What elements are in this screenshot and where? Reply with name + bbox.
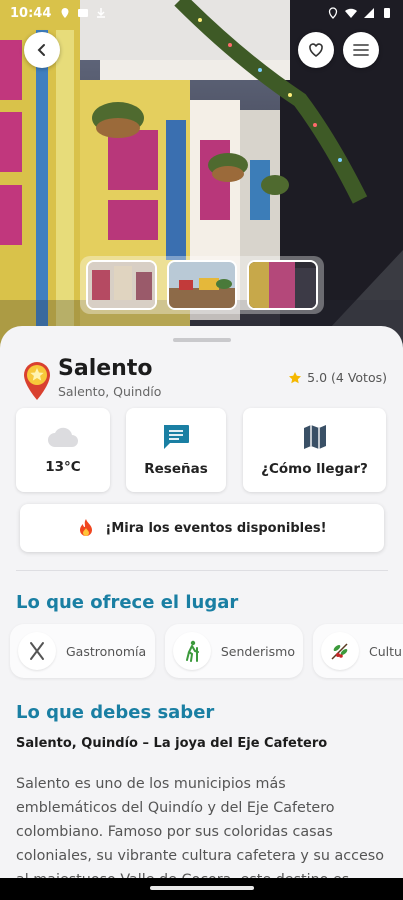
offer-chip-senderismo[interactable]: Senderismo bbox=[165, 624, 303, 678]
offers-list: Gastronomía Senderismo Cultu bbox=[10, 624, 403, 678]
info-subtitle: Salento, Quindío – La joya del Eje Cafet… bbox=[16, 736, 328, 751]
cloud-icon bbox=[48, 427, 78, 447]
home-gesture-handle[interactable] bbox=[150, 886, 254, 890]
events-button[interactable]: ¡Mira los eventos disponibles! bbox=[20, 504, 384, 552]
place-location: Salento, Quindío bbox=[58, 384, 162, 399]
info-cards: 13°C Reseñas ¿Cómo llegar? bbox=[16, 408, 386, 492]
hamburger-icon bbox=[353, 44, 369, 56]
rating-text: 5.0 (4 Votos) bbox=[307, 370, 387, 385]
thumbnail-1[interactable] bbox=[86, 260, 157, 310]
cutlery-icon bbox=[30, 642, 44, 660]
sheet-drag-handle[interactable] bbox=[173, 338, 231, 342]
thumbnail-2[interactable] bbox=[166, 260, 238, 310]
photo-thumbnails bbox=[80, 256, 324, 314]
star-icon bbox=[289, 371, 302, 383]
heart-icon bbox=[309, 43, 323, 57]
favorite-button[interactable] bbox=[298, 32, 334, 68]
coffee-branch-icon bbox=[331, 643, 348, 660]
place-header: Salento Salento, Quindío 5.0 (4 Votos) bbox=[20, 356, 387, 404]
weather-temp: 13°C bbox=[45, 459, 81, 475]
comment-icon bbox=[164, 425, 189, 449]
events-label: ¡Mira los eventos disponibles! bbox=[105, 520, 327, 536]
menu-button[interactable] bbox=[343, 32, 379, 68]
gallery-icon bbox=[78, 9, 89, 17]
thumbnail-3[interactable] bbox=[247, 260, 319, 310]
detail-sheet: Salento Salento, Quindío 5.0 (4 Votos) 1… bbox=[0, 326, 403, 878]
back-button[interactable] bbox=[24, 32, 60, 68]
signal-icon bbox=[364, 8, 374, 18]
offer-chip-cultura[interactable]: Cultu bbox=[313, 624, 403, 678]
map-pin-icon bbox=[24, 362, 50, 400]
location-pin-icon bbox=[61, 8, 69, 18]
place-name: Salento bbox=[58, 356, 153, 381]
map-icon bbox=[303, 425, 326, 449]
status-time: 10:44 bbox=[10, 5, 52, 21]
offer-chip-gastronomia[interactable]: Gastronomía bbox=[10, 624, 155, 678]
fire-icon bbox=[80, 519, 93, 536]
download-icon bbox=[97, 8, 106, 18]
offer-label: Gastronomía bbox=[66, 643, 147, 659]
offer-label: Senderismo bbox=[220, 643, 295, 659]
battery-icon bbox=[384, 8, 390, 18]
weather-card[interactable]: 13°C bbox=[16, 408, 110, 492]
directions-label: ¿Cómo llegar? bbox=[261, 461, 368, 477]
chevron-left-icon bbox=[37, 44, 45, 56]
system-nav-bar bbox=[0, 878, 403, 900]
info-description: Salento es uno de los municipios más emb… bbox=[16, 776, 384, 878]
wifi-icon bbox=[345, 8, 357, 18]
info-title: Lo que debes saber bbox=[16, 702, 215, 723]
divider bbox=[16, 570, 388, 571]
directions-card[interactable]: ¿Cómo llegar? bbox=[243, 408, 386, 492]
gps-icon bbox=[328, 7, 338, 19]
hiking-icon bbox=[185, 640, 199, 662]
reviews-card[interactable]: Reseñas bbox=[126, 408, 226, 492]
offers-title: Lo que ofrece el lugar bbox=[16, 592, 239, 613]
offer-label: Cultu bbox=[369, 643, 402, 659]
rating[interactable]: 5.0 (4 Votos) bbox=[288, 370, 387, 385]
status-bar: 10:44 bbox=[0, 0, 403, 26]
reviews-label: Reseñas bbox=[144, 461, 208, 477]
